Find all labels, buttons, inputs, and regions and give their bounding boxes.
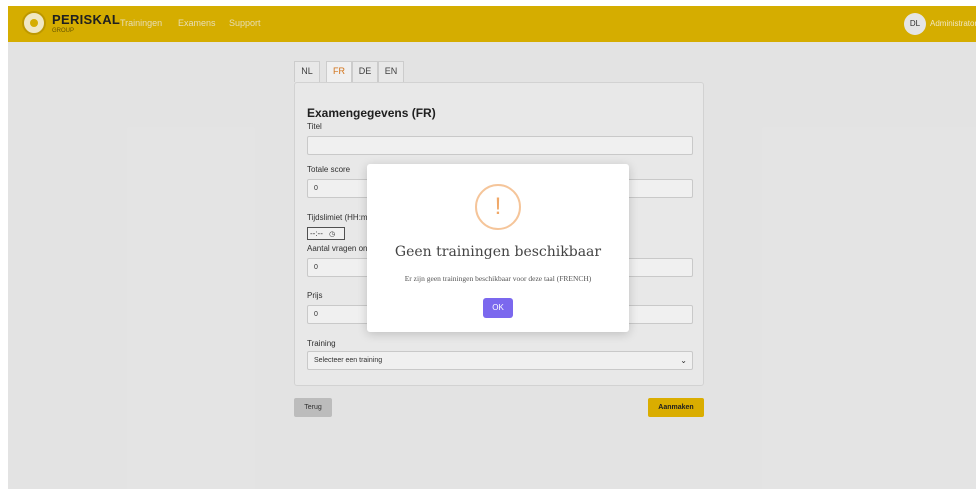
exclamation-icon: ! (475, 184, 521, 230)
dialog-title: Geen trainingen beschikbaar (394, 244, 602, 260)
alert-dialog: ! Geen trainingen beschikbaar Er zijn ge… (367, 164, 629, 332)
app-frame: PERISKAL GROUP Trainingen Examens Suppor… (8, 6, 976, 489)
dialog-message: Er zijn geen trainingen beschikbaar voor… (404, 274, 592, 283)
ok-button[interactable]: OK (483, 298, 513, 318)
